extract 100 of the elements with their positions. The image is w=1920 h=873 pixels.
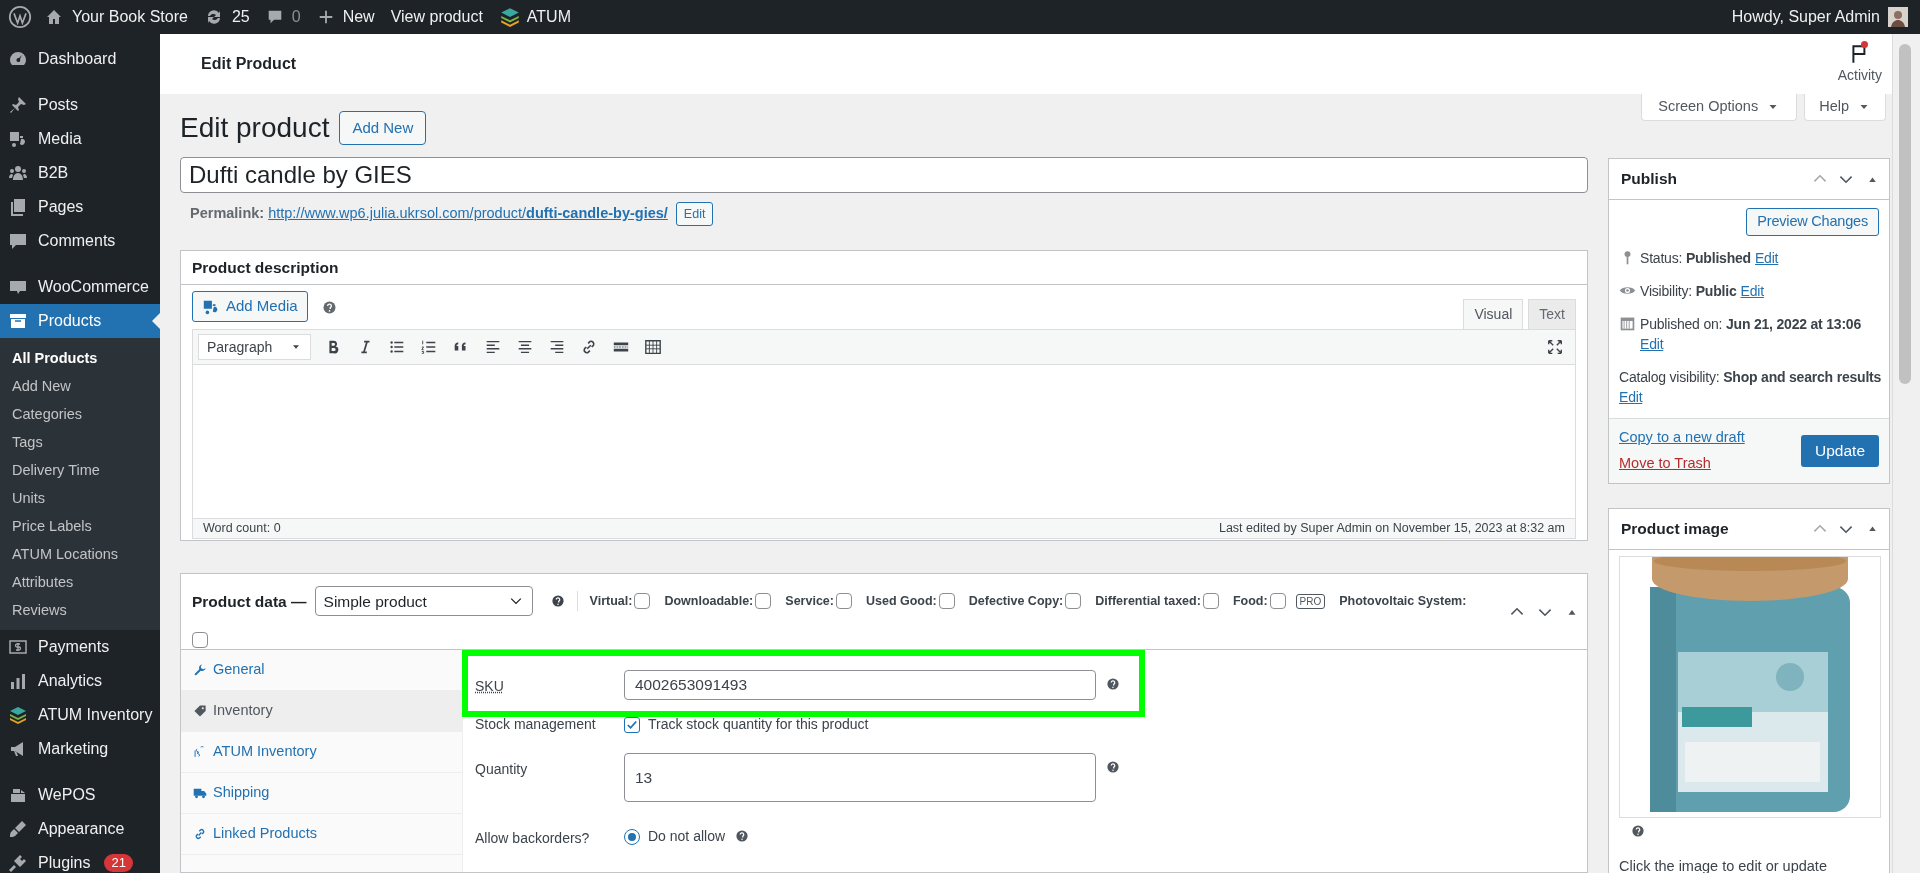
submenu-item[interactable]: Units bbox=[0, 484, 160, 512]
option-label: Service: bbox=[785, 592, 834, 610]
submenu-item[interactable]: Add New bbox=[0, 372, 160, 400]
sidebar-item[interactable]: Pages bbox=[0, 190, 160, 224]
sidebar-item[interactable]: Products bbox=[0, 304, 160, 338]
checkbox[interactable] bbox=[938, 593, 955, 610]
people-icon bbox=[8, 163, 28, 183]
panel-title: Product image bbox=[1621, 518, 1730, 539]
wordpress-link[interactable] bbox=[8, 5, 32, 29]
format-select[interactable]: Paragraph bbox=[198, 334, 311, 360]
checkbox[interactable] bbox=[634, 593, 651, 610]
editor-tab[interactable]: Text bbox=[1528, 299, 1576, 329]
trash-link[interactable]: Move to Trash bbox=[1619, 452, 1801, 475]
field-label: SKU bbox=[475, 677, 505, 696]
wordpress-icon bbox=[8, 5, 32, 29]
link-icon bbox=[193, 827, 207, 841]
sidebar-item[interactable]: Media bbox=[0, 122, 160, 156]
option-label: Food: bbox=[1232, 592, 1268, 610]
sidebar-item[interactable]: Analytics bbox=[0, 664, 160, 698]
sidebar-item[interactable]: ATUM Inventory bbox=[0, 698, 160, 732]
updates-link[interactable]: 25 bbox=[203, 5, 250, 29]
submenu-item[interactable]: Price Labels bbox=[0, 512, 160, 540]
account-menu[interactable]: Howdy, Super Admin bbox=[1731, 5, 1908, 29]
option-label: Photovoltaic System: bbox=[1339, 592, 1467, 610]
submenu-item[interactable]: Reviews bbox=[0, 596, 160, 624]
publish-detail: Catalog visibility: Shop and search results bbox=[1619, 368, 1882, 387]
pages-icon bbox=[8, 197, 28, 217]
product-type-select[interactable]: Simple product bbox=[314, 586, 533, 617]
preview-changes-button[interactable]: Preview Changes bbox=[1746, 208, 1879, 236]
sku-field[interactable]: 4002653091493 bbox=[624, 670, 1096, 700]
help-icon bbox=[321, 300, 337, 315]
sidebar-item[interactable]: WePOS bbox=[0, 778, 160, 812]
product-data-tab[interactable]: ATUM Inventory bbox=[181, 732, 462, 773]
site-link[interactable]: Your Book Store bbox=[44, 5, 188, 29]
checkbox-label: Track stock quantity for this product bbox=[648, 715, 869, 734]
edit-permalink-button[interactable]: Edit bbox=[675, 202, 714, 226]
scrollbar-thumb[interactable] bbox=[1899, 44, 1911, 384]
submenu-item[interactable]: Tags bbox=[0, 428, 160, 456]
align-left-icon bbox=[484, 338, 502, 356]
checkbox[interactable] bbox=[755, 593, 772, 610]
edit-link[interactable]: Edit bbox=[1640, 334, 1664, 355]
permalink-link[interactable]: http://www.wp6.julia.ukrsol.com/product/dufti-candle-by-gies/ bbox=[268, 203, 668, 225]
activity-button[interactable]: Activity bbox=[1837, 42, 1882, 86]
media-icon bbox=[8, 129, 28, 149]
pro-badge: PRO bbox=[1295, 593, 1326, 609]
submenu-item[interactable]: Categories bbox=[0, 400, 160, 428]
edit-link[interactable]: Edit bbox=[1619, 387, 1643, 408]
add-media-button[interactable]: Add Media bbox=[192, 291, 308, 322]
help-icon bbox=[1106, 760, 1120, 774]
product-data-tab[interactable]: Shipping bbox=[181, 773, 462, 814]
submenu-item[interactable]: All Products bbox=[0, 344, 160, 372]
panel-title: Publish bbox=[1621, 169, 1678, 190]
checkbox[interactable] bbox=[1065, 593, 1082, 610]
submenu-item[interactable]: ATUM Locations bbox=[0, 540, 160, 568]
editor-tab[interactable]: Visual bbox=[1463, 299, 1524, 329]
edit-link[interactable]: Edit bbox=[1740, 281, 1764, 302]
toolbar-toggle-icon bbox=[644, 338, 662, 356]
product-data-tab[interactable]: Linked Products bbox=[181, 814, 462, 855]
view-product-link[interactable]: View product bbox=[390, 5, 483, 29]
sidebar-item[interactable]: B2B bbox=[0, 156, 160, 190]
radio-label: Do not allow bbox=[648, 827, 726, 846]
toolbar-toggle-button[interactable] bbox=[643, 337, 663, 357]
new-link[interactable]: New bbox=[316, 5, 375, 29]
align-right-icon bbox=[548, 338, 566, 356]
screen-options-button[interactable]: Screen Options bbox=[1641, 94, 1798, 121]
fullscreen-icon bbox=[1546, 338, 1564, 356]
sidebar-item[interactable]: Plugins 21 bbox=[0, 846, 160, 873]
add-new-button[interactable]: Add New bbox=[339, 111, 427, 145]
sidebar-item[interactable]: Appearance bbox=[0, 812, 160, 846]
sidebar-item[interactable]: Comments bbox=[0, 224, 160, 258]
product-data-tab[interactable]: Inventory bbox=[181, 691, 462, 732]
submenu-item[interactable]: Attributes bbox=[0, 568, 160, 596]
current-pointer bbox=[152, 313, 160, 329]
checkbox[interactable] bbox=[1269, 593, 1286, 610]
sidebar-item[interactable]: Dashboard bbox=[0, 42, 160, 76]
copy-draft-link[interactable]: Copy to a new draft bbox=[1619, 427, 1801, 449]
help-icon bbox=[1106, 677, 1120, 691]
submenu-item[interactable]: Delivery Time bbox=[0, 456, 160, 484]
update-button[interactable]: Update bbox=[1801, 434, 1879, 467]
help-button[interactable]: Help bbox=[1804, 94, 1886, 121]
field-label: Stock management bbox=[475, 715, 597, 734]
atum-link[interactable]: ATUM bbox=[498, 5, 571, 29]
panel-title: Product description bbox=[192, 257, 339, 278]
edit-link[interactable]: Edit bbox=[1755, 248, 1779, 269]
title-field[interactable]: Dufti candle by GIES bbox=[180, 157, 1588, 193]
sidebar-item[interactable]: Payments bbox=[0, 630, 160, 664]
checkbox[interactable] bbox=[1202, 593, 1219, 610]
checkbox[interactable] bbox=[835, 593, 852, 610]
sidebar-item[interactable]: WooCommerce bbox=[0, 270, 160, 304]
radio-button[interactable] bbox=[624, 828, 640, 845]
speech-bubble-icon bbox=[8, 231, 28, 251]
pushpin-icon bbox=[8, 95, 28, 115]
count-badge: 21 bbox=[104, 854, 133, 872]
sidebar-item[interactable]: Marketing bbox=[0, 732, 160, 766]
quantity-field[interactable]: 13 bbox=[624, 753, 1096, 802]
help-icon bbox=[1631, 823, 1645, 838]
link-icon bbox=[580, 338, 598, 356]
checkbox[interactable] bbox=[192, 631, 208, 648]
sidebar-item[interactable]: Posts bbox=[0, 88, 160, 122]
comments-link[interactable]: 0 bbox=[265, 5, 301, 29]
